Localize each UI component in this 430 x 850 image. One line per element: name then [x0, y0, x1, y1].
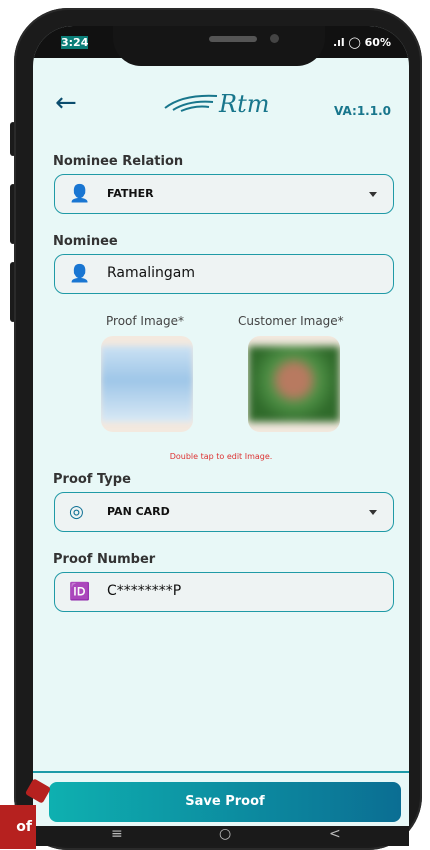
proof-number-label: Proof Number: [53, 552, 156, 567]
status-battery: .ıl ◯ 60%: [333, 36, 391, 49]
back-arrow-icon[interactable]: ←: [55, 90, 77, 116]
battery-level: 60%: [364, 36, 391, 49]
camera-dot: [270, 34, 279, 43]
nominee-relation-value: FATHER: [107, 187, 154, 200]
earpiece: [209, 36, 257, 42]
proof-image-preview: [101, 346, 193, 422]
signal-icon: .ıl: [332, 36, 349, 49]
rtm-logo: Rtm: [163, 84, 283, 124]
customer-image-label: Customer Image*: [238, 314, 344, 328]
android-nav-bar: ≡ ○ <: [33, 826, 409, 846]
proof-number-value: C********P: [107, 583, 182, 599]
proof-image[interactable]: [101, 336, 193, 432]
home-icon[interactable]: ○: [219, 826, 231, 842]
nominee-label: Nominee: [53, 234, 118, 249]
id-card-icon: 🆔: [69, 582, 91, 602]
camera-notch: [113, 26, 325, 66]
cut-label: of: [0, 805, 36, 849]
nominee-relation-dropdown[interactable]: 👤 FATHER: [54, 174, 394, 214]
proof-number-field[interactable]: 🆔 C********P: [54, 572, 394, 612]
wing-icon: [164, 94, 218, 112]
proof-type-label: Proof Type: [53, 472, 131, 487]
person-icon: 👤: [69, 184, 91, 204]
app-screen: 3:24 .ıl ◯ 60% ← Rtm VA:1.1.0 Nominee Re…: [33, 26, 409, 846]
user-outline-icon: 👤: [69, 264, 91, 284]
proof-type-dropdown[interactable]: ◎ PAN CARD: [54, 492, 394, 532]
app-header: ← Rtm VA:1.1.0: [33, 62, 409, 118]
nominee-value: Ramalingam: [107, 265, 195, 281]
logo-text: Rtm: [219, 90, 270, 118]
status-time: 3:24: [61, 36, 89, 49]
proof-type-value: PAN CARD: [107, 505, 170, 518]
back-icon[interactable]: <: [329, 826, 341, 842]
customer-image[interactable]: [248, 336, 340, 432]
edit-image-hint: Double tap to edit Image.: [169, 452, 273, 461]
shield-icon: ◎: [69, 502, 84, 522]
customer-image-preview: [248, 346, 340, 422]
app-version: VA:1.1.0: [334, 104, 391, 118]
battery-icon: ◯: [348, 36, 365, 49]
divider-line: [33, 771, 409, 773]
nominee-relation-label: Nominee Relation: [53, 154, 184, 169]
proof-image-label: Proof Image*: [106, 314, 184, 328]
chevron-down-icon: [369, 192, 377, 197]
nominee-field[interactable]: 👤 Ramalingam: [54, 254, 394, 294]
status-bar: 3:24 .ıl ◯ 60%: [33, 26, 409, 66]
chevron-down-icon: [369, 510, 377, 515]
save-proof-button[interactable]: Save Proof: [49, 782, 401, 822]
menu-icon[interactable]: ≡: [111, 826, 123, 842]
